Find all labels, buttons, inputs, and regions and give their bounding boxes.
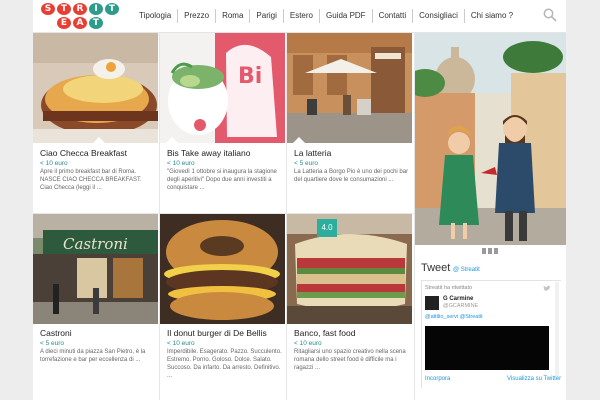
tweet-text[interactable]: @attilio_servi @Streatit [425,314,483,320]
column-divider [159,33,160,400]
card-pointer [293,137,305,143]
card-title[interactable]: Ciao Checca Breakfast [40,148,127,158]
logo-letter: T [89,17,103,29]
nav-item[interactable]: Chi siamo ? [463,9,519,23]
card-description: A dieci minuti da piazza San Pietro, è l… [40,349,146,363]
embed-link[interactable]: Incorpora [425,376,450,382]
twitter-handle-link[interactable]: @ Streatit [453,267,480,273]
card-banco[interactable]: Banco, fast food < 10 euro Ritagliarsi u… [287,214,412,400]
nav-item[interactable]: Tipologia [133,9,177,23]
column-divider [286,33,287,400]
divider [421,280,561,281]
card-ciao-checca[interactable]: Ciao Checca Breakfast < 10 euro Apre il … [33,33,158,213]
carousel-dot[interactable] [494,248,498,254]
card-description: Apre il primo breakfast bar di Roma. NAS… [40,169,142,191]
nav-item[interactable]: Consigliaci [412,9,464,23]
card-price: < 5 euro [40,340,65,347]
nav-item[interactable]: Contatti [371,9,413,23]
card-pointer [93,137,105,143]
view-on-twitter-link[interactable]: Visualizza su Twitter [507,376,561,382]
card-title[interactable]: Bis Take away italiano [167,148,250,158]
nav-item[interactable]: Guida PDF [319,9,372,23]
nav-item[interactable]: Parigi [249,9,282,23]
card-price: < 10 euro [40,160,68,167]
card-la-latteria[interactable]: La latteria < 5 euro La Latteria a Borgo… [287,33,412,213]
card-price: < 10 euro [294,340,322,347]
rating-badge: 4.0 [317,219,337,237]
card-image[interactable] [160,214,285,324]
svg-text:Bi: Bi [238,64,262,89]
card-title[interactable]: Il donut burger di De Bellis [167,328,267,338]
card-donut-burger[interactable]: Il donut burger di De Bellis < 10 euro I… [160,214,285,400]
carousel-dots[interactable] [482,248,498,254]
logo-letter: T [57,3,71,15]
card-image[interactable] [33,33,158,143]
svg-text:Castroni: Castroni [63,235,128,253]
row-divider [33,213,415,214]
logo[interactable]: STRITEAT [41,3,123,29]
card-description: La Latteria a Borgo Pio è uno dei pochi … [294,169,409,183]
divider [421,280,422,388]
carousel-dot[interactable] [488,248,492,254]
tweet-media[interactable] [425,326,549,370]
logo-spacer [41,17,55,29]
nav-item[interactable]: Prezzo [177,9,215,23]
search-icon[interactable] [543,8,557,22]
card-image[interactable] [287,33,412,143]
logo-letter: R [73,3,87,15]
card-title[interactable]: La latteria [294,148,331,158]
site-header: STRITEAT Tipologia Prezzo Roma Parigi Estero… [33,0,566,33]
carousel-dot[interactable] [482,248,486,254]
hero-illustration [415,33,566,245]
card-image[interactable]: Bi [160,33,285,143]
logo-letter: T [105,3,119,15]
twitter-widget: Tweet @ Streatit Streatit ha ritwittato … [421,258,561,390]
main-nav: Tipologia Prezzo Roma Parigi Estero Guida PDF… [133,9,519,23]
page: STRITEAT Tipologia Prezzo Roma Parigi Estero… [33,0,566,400]
logo-letter: A [73,17,87,29]
twitter-header: Tweet [421,262,451,274]
card-image[interactable]: Castroni [33,214,158,324]
logo-letter: E [57,17,71,29]
twitter-bird-icon[interactable] [543,285,551,292]
scrollbar[interactable] [555,282,559,376]
card-title[interactable]: Banco, fast food [294,328,355,338]
card-description: Imperdibile. Esagerato. Pazzo. Succulent… [167,349,282,379]
nav-item[interactable]: Estero [282,9,319,23]
retweet-label: Streatit ha ritwittato [425,285,473,291]
card-bis[interactable]: Bi Bis Take away italiano < 10 euro "Gio… [160,33,285,213]
logo-letter: I [89,3,103,15]
nav-item[interactable]: Roma [215,9,249,23]
card-title[interactable]: Castroni [40,328,72,338]
card-description: "Giovedì 1 ottobre si inaugura la stagio… [167,169,277,191]
card-price: < 5 euro [294,160,319,167]
tweet-user-handle[interactable]: @GCARMINE [443,303,478,309]
card-price: < 10 euro [167,340,195,347]
avatar[interactable] [425,296,439,310]
card-image[interactable] [287,214,412,324]
card-castroni[interactable]: Castroni Castroni < 5 euro A dieci minut… [33,214,158,400]
card-price: < 10 euro [167,160,195,167]
logo-letter: S [41,3,55,15]
card-description: Ritagliarsi uno spazio creativo nella sc… [294,349,406,371]
tweet-user-name[interactable]: G Carmine [443,296,473,302]
card-pointer [166,137,178,143]
